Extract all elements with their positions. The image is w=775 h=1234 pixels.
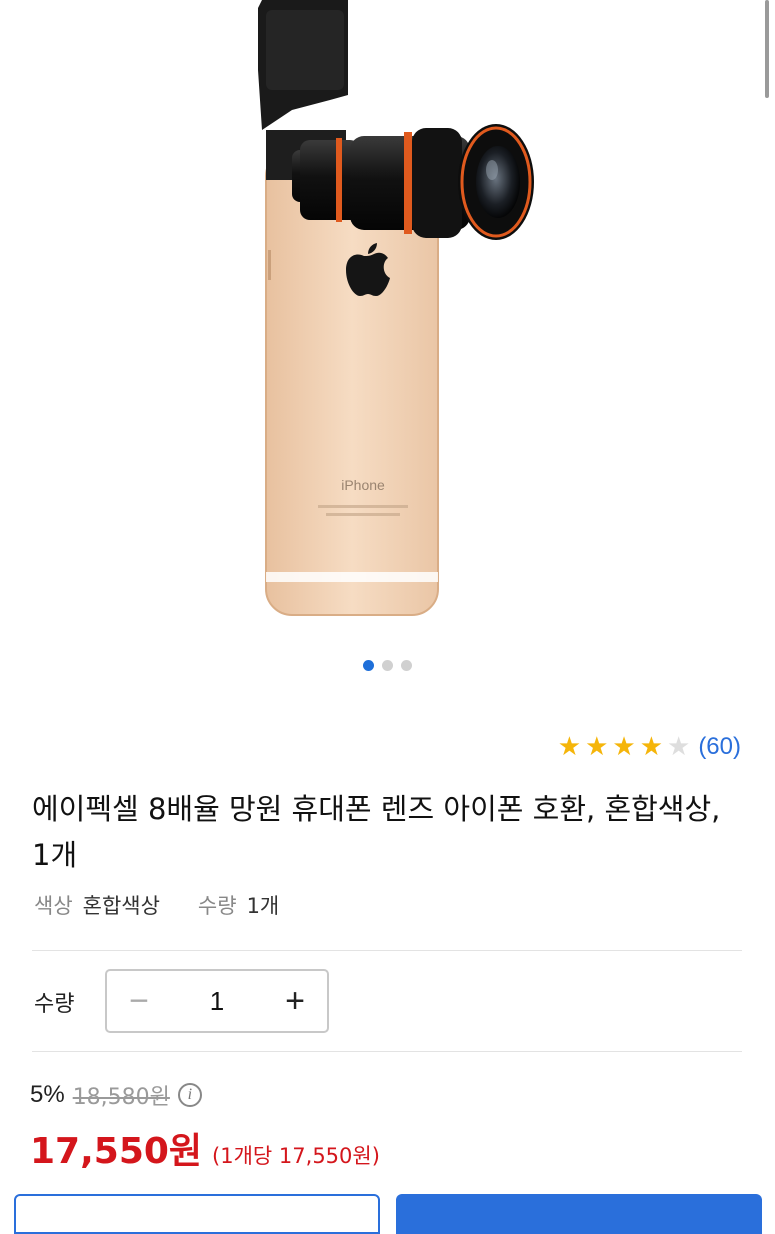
pagination-dot-1[interactable]	[363, 660, 374, 671]
buy-now-button[interactable]	[396, 1194, 762, 1234]
sale-price: 17,550원	[30, 1131, 203, 1172]
option-label-color: 색상	[34, 894, 73, 918]
discount-row: 5% 18,580원 i	[30, 1079, 202, 1111]
price-row: 17,550원 (1개당 17,550원)	[30, 1122, 380, 1174]
review-count-link[interactable]: (60)	[698, 733, 741, 761]
product-title: 에이펙셀 8배율 망원 휴대폰 렌즈 아이폰 호환, 혼합색상, 1개	[32, 792, 721, 872]
option-value-color: 혼합색상	[82, 894, 160, 918]
original-price: 18,580원	[72, 1085, 170, 1110]
divider	[32, 950, 742, 951]
option-label-quantity: 수량	[197, 894, 237, 918]
rating-summary[interactable]: ★ ★ ★ ★ ★ (60)	[558, 732, 741, 762]
quantity-value: 1	[209, 985, 225, 1016]
phone-brand-text: iPhone	[341, 477, 385, 493]
info-icon[interactable]: i	[177, 1083, 202, 1107]
product-image-gallery[interactable]: iPhone	[0, 0, 775, 640]
star-icon: ★	[585, 732, 609, 762]
option-value-quantity: 1개	[246, 894, 280, 918]
gallery-pagination[interactable]	[0, 660, 775, 671]
quantity-stepper[interactable]: − 1 +	[105, 969, 329, 1033]
selected-options: 색상 혼합색상 수량 1개	[34, 890, 279, 920]
divider	[32, 1051, 742, 1052]
decrease-quantity-button[interactable]: −	[107, 971, 171, 1031]
discount-rate: 5%	[30, 1081, 65, 1108]
pagination-dot-3[interactable]	[401, 660, 412, 671]
star-empty-icon: ★	[667, 732, 691, 762]
unit-price: (1개당 17,550원)	[212, 1144, 380, 1168]
star-icon: ★	[639, 732, 663, 762]
product-image: iPhone	[258, 0, 534, 616]
star-icon: ★	[557, 732, 582, 762]
quantity-label: 수량	[34, 992, 75, 1017]
pagination-dot-2[interactable]	[382, 660, 393, 671]
cart-button[interactable]	[14, 1194, 380, 1234]
increase-quantity-button[interactable]: +	[263, 971, 327, 1031]
star-icon: ★	[612, 732, 636, 762]
